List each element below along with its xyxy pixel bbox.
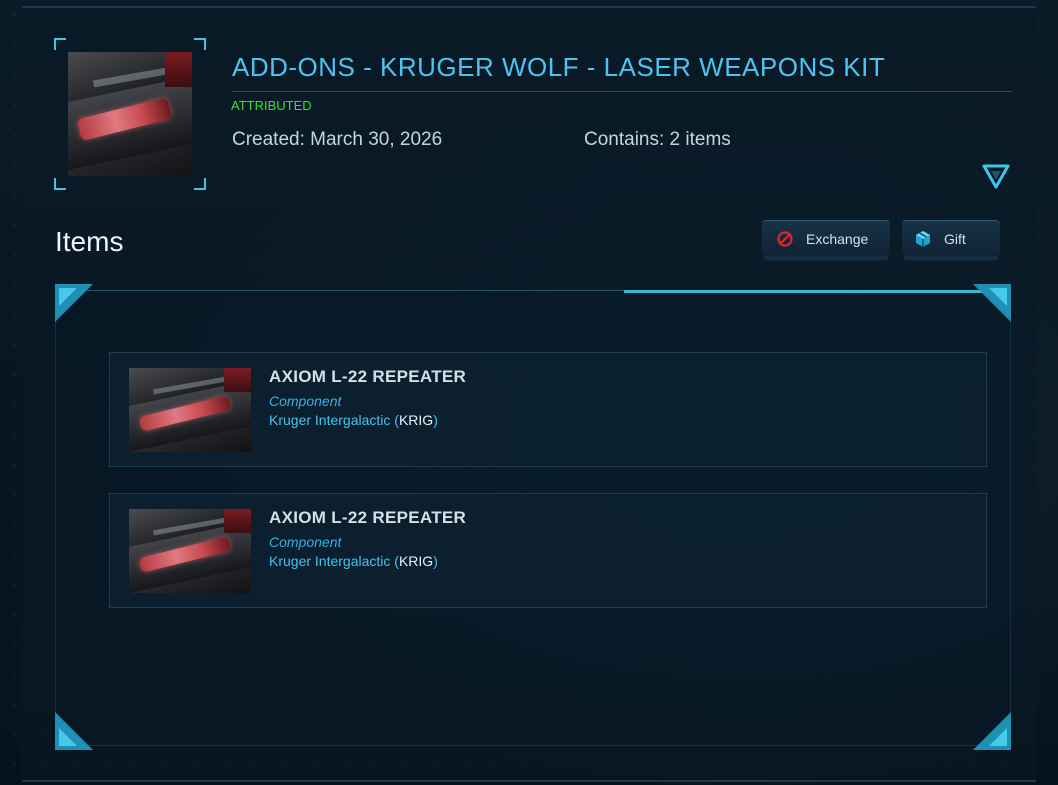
panel-corner-decoration [973, 284, 1011, 322]
gift-label: Gift [944, 230, 966, 247]
gift-button[interactable]: Gift [902, 220, 1000, 256]
triangle-down-icon[interactable] [982, 163, 1010, 189]
item-type: Component [269, 534, 342, 550]
manufacturer-name: Kruger Intergalactic [269, 553, 391, 569]
item-image [129, 509, 251, 593]
manufacturer-code: KRIG [398, 412, 434, 428]
thumbnail-corner [54, 38, 66, 50]
manufacturer-name: Kruger Intergalactic [269, 412, 391, 428]
created-date: Created: March 30, 2026 [232, 129, 443, 150]
list-item[interactable]: AXIOM L-22 REPEATER Component Kruger Int… [109, 493, 987, 608]
status-badge: ATTRIBUTED [231, 98, 312, 113]
pledge-title: ADD-ONS - KRUGER WOLF - LASER WEAPONS KI… [232, 52, 886, 82]
title-divider [232, 91, 1012, 92]
thumbnail-corner [54, 178, 66, 190]
item-count: Contains: 2 items [584, 129, 731, 150]
thumbnail-corner [194, 38, 206, 50]
item-image [129, 368, 251, 452]
panel-corner-decoration [55, 712, 93, 750]
items-heading: Items [55, 226, 124, 257]
list-item[interactable]: AXIOM L-22 REPEATER Component Kruger Int… [109, 352, 987, 467]
pledge-thumbnail[interactable] [54, 38, 206, 190]
exchange-label: Exchange [806, 230, 869, 247]
thumbnail-corner [194, 178, 206, 190]
panel-corner-decoration [973, 712, 1011, 750]
item-manufacturer: Kruger Intergalactic (KRIG) [269, 553, 438, 569]
panel-divider-accent [624, 290, 1011, 293]
item-name: AXIOM L-22 REPEATER [269, 508, 467, 527]
laser-weapon-image [68, 52, 192, 176]
item-type: Component [269, 393, 342, 409]
gift-box-icon [914, 230, 932, 248]
prohibited-icon [776, 230, 794, 248]
panel-corner-decoration [55, 284, 93, 322]
manufacturer-code: KRIG [398, 553, 434, 569]
item-name: AXIOM L-22 REPEATER [269, 367, 467, 386]
exchange-button[interactable]: Exchange [762, 220, 890, 256]
item-manufacturer: Kruger Intergalactic (KRIG) [269, 412, 438, 428]
